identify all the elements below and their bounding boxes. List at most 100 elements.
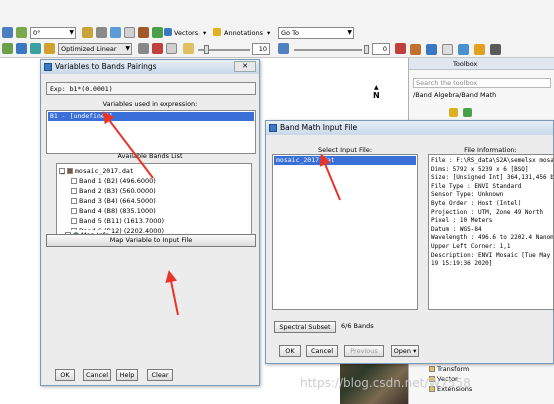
zoom-icon[interactable] [96, 27, 107, 38]
info-line: Projection : UTM, Zone 49 North [431, 208, 543, 216]
contrast-icon[interactable] [166, 43, 177, 54]
band-icon [71, 208, 77, 214]
transparency-icon[interactable] [278, 43, 289, 54]
toolbox-title: Toolbox [409, 58, 554, 70]
transparency-slider[interactable] [294, 49, 362, 51]
info-line: Datum : WGS-84 [431, 225, 482, 233]
ok-button[interactable]: OK [55, 369, 75, 381]
band-item[interactable]: Band 1 (B2) (496.6000) [71, 176, 156, 186]
dialog-titlebar[interactable]: Band Math Input File [266, 121, 553, 135]
layer-icon[interactable] [16, 43, 27, 54]
band-label: Band 3 (B4) (664.5000) [79, 197, 156, 205]
clear-button[interactable]: Clear [147, 369, 173, 381]
info-line: Wavelength : 496.6 to 2202.4 Nanom [431, 234, 554, 242]
toolbox-search-input[interactable]: Search the toolbox [413, 78, 551, 88]
close-view-icon[interactable] [395, 43, 406, 54]
variables-list[interactable]: B1 - [undefined] [46, 110, 256, 154]
toolbox-icon-1[interactable] [410, 44, 421, 55]
band-item[interactable]: Band 4 (B8) (835.1000) [71, 206, 156, 216]
stretch-icon[interactable] [44, 43, 55, 54]
info-line: File : F:\RS_data\S2A\semelsx mosai [431, 157, 554, 164]
annotations-menu[interactable]: Annotations [224, 27, 263, 39]
close-button[interactable]: ✕ [234, 61, 256, 72]
refresh-icon[interactable] [138, 43, 149, 54]
rotate-icon[interactable] [2, 27, 13, 38]
stretch-type-select[interactable]: Optimized Linear ▼ [58, 43, 132, 55]
run-icon[interactable] [463, 108, 472, 117]
toolbox-icon-2[interactable] [426, 44, 437, 55]
portal-icon[interactable] [30, 43, 41, 54]
band-icon [71, 198, 77, 204]
measure-icon[interactable] [152, 27, 163, 38]
cancel-button[interactable]: Cancel [306, 345, 338, 357]
select-icon[interactable] [110, 27, 121, 38]
sharpen-icon[interactable] [183, 43, 194, 54]
sharpen-value[interactable]: 10 [252, 43, 270, 55]
band-item[interactable]: Band 5 (B11) (1613.7000) [71, 216, 164, 226]
vectors-icon [164, 28, 172, 36]
info-line: Pixel : 10 Meters [431, 217, 493, 225]
favorite-icon[interactable] [449, 108, 458, 117]
file-name: mosaic_2017.dat [75, 167, 134, 175]
cancel-button[interactable]: Cancel [83, 369, 111, 381]
fit-icon[interactable] [124, 27, 135, 38]
dialog-title: Variables to Bands Pairings [55, 62, 157, 71]
open-button-label: Open [393, 347, 412, 355]
chevron-down-icon: ▾ [413, 347, 417, 355]
pan-icon[interactable] [82, 27, 93, 38]
ok-button[interactable]: OK [279, 345, 301, 357]
band-icon [71, 178, 77, 184]
info-line: File Type : ENVI Standard [431, 182, 522, 190]
crosshair-icon[interactable] [138, 27, 149, 38]
rotation-angle-select[interactable]: 0° ▼ [30, 27, 76, 39]
spectral-subset-button[interactable]: Spectral Subset [274, 321, 336, 333]
variables-to-bands-dialog: Variables to Bands Pairings ✕ Exp: b1*(0… [40, 59, 260, 386]
annotations-chevron-down-icon[interactable]: ▾ [267, 27, 270, 39]
toolbox-item-label: Transform [437, 365, 470, 373]
bands-count: 6/6 Bands [341, 322, 374, 330]
band-label: Band 1 (B2) (496.6000) [79, 177, 156, 185]
band-math-input-file-dialog: Band Math Input File Select Input File: … [265, 120, 554, 364]
vectors-chevron-down-icon[interactable]: ▾ [203, 27, 206, 39]
info-line: Upper Left Corner: 1,1 [431, 242, 511, 250]
previous-button[interactable]: Previous [344, 345, 384, 357]
sharpen-slider-handle[interactable] [204, 45, 209, 54]
brightness-icon[interactable] [152, 43, 163, 54]
collapse-icon[interactable]: − [59, 168, 65, 178]
raster-file-icon [67, 168, 73, 174]
info-line: Sensor Type: Unknown [431, 191, 504, 199]
variable-item[interactable]: B1 - [undefined] [48, 112, 254, 121]
input-file-list[interactable]: mosaic_2017.dat [272, 154, 418, 310]
transparency-slider-handle[interactable] [364, 45, 369, 54]
input-file-item[interactable]: mosaic_2017.dat [274, 156, 416, 165]
toolbox-icon-3[interactable] [442, 44, 453, 55]
band-label: Band 2 (B3) (560.0000) [79, 187, 156, 195]
map-variable-to-input-file-button[interactable]: Map Variable to Input File [46, 234, 256, 247]
annotations-icon [213, 28, 221, 36]
file-node[interactable]: − mosaic_2017.dat [59, 166, 134, 178]
toolbox-icon-4[interactable] [458, 44, 469, 55]
toolbox-icon-6[interactable] [490, 44, 501, 55]
open-button[interactable]: Open ▾ [391, 345, 419, 357]
help-button[interactable]: Help [116, 369, 138, 381]
dialog-title: Band Math Input File [280, 123, 358, 132]
grid-icon[interactable] [2, 43, 13, 54]
dialog-titlebar[interactable]: Variables to Bands Pairings [41, 60, 259, 74]
transparency-value[interactable]: 0 [372, 43, 390, 55]
file-information-panel: File : F:\RS_data\S2A\semelsx mosai Dims… [428, 154, 554, 310]
toolbox-icon-5[interactable] [474, 44, 485, 55]
band-item[interactable]: Band 3 (B4) (664.5000) [71, 196, 156, 206]
band-label: Band 4 (B8) (835.1000) [79, 207, 156, 215]
vectors-menu[interactable]: Vectors [174, 27, 198, 39]
envi-icon [44, 63, 52, 71]
toolbox-item[interactable]: Transform [429, 364, 469, 374]
main-toolbar: 0° ▼ Vectors ▾ Annotations ▾ Go To ▼ Optim… [0, 0, 554, 58]
band-icon [71, 218, 77, 224]
info-line: Size: [Unsigned Int] 364,131,456 b [431, 174, 554, 182]
band-item[interactable]: Band 2 (B3) (560.0000) [71, 186, 156, 196]
available-bands-tree[interactable]: − mosaic_2017.dat Band 1 (B2) (496.6000) … [56, 163, 252, 238]
flip-icon[interactable] [16, 27, 27, 38]
folder-icon [429, 366, 435, 372]
goto-input[interactable]: Go To ▼ [278, 27, 354, 39]
envi-icon [269, 124, 277, 132]
